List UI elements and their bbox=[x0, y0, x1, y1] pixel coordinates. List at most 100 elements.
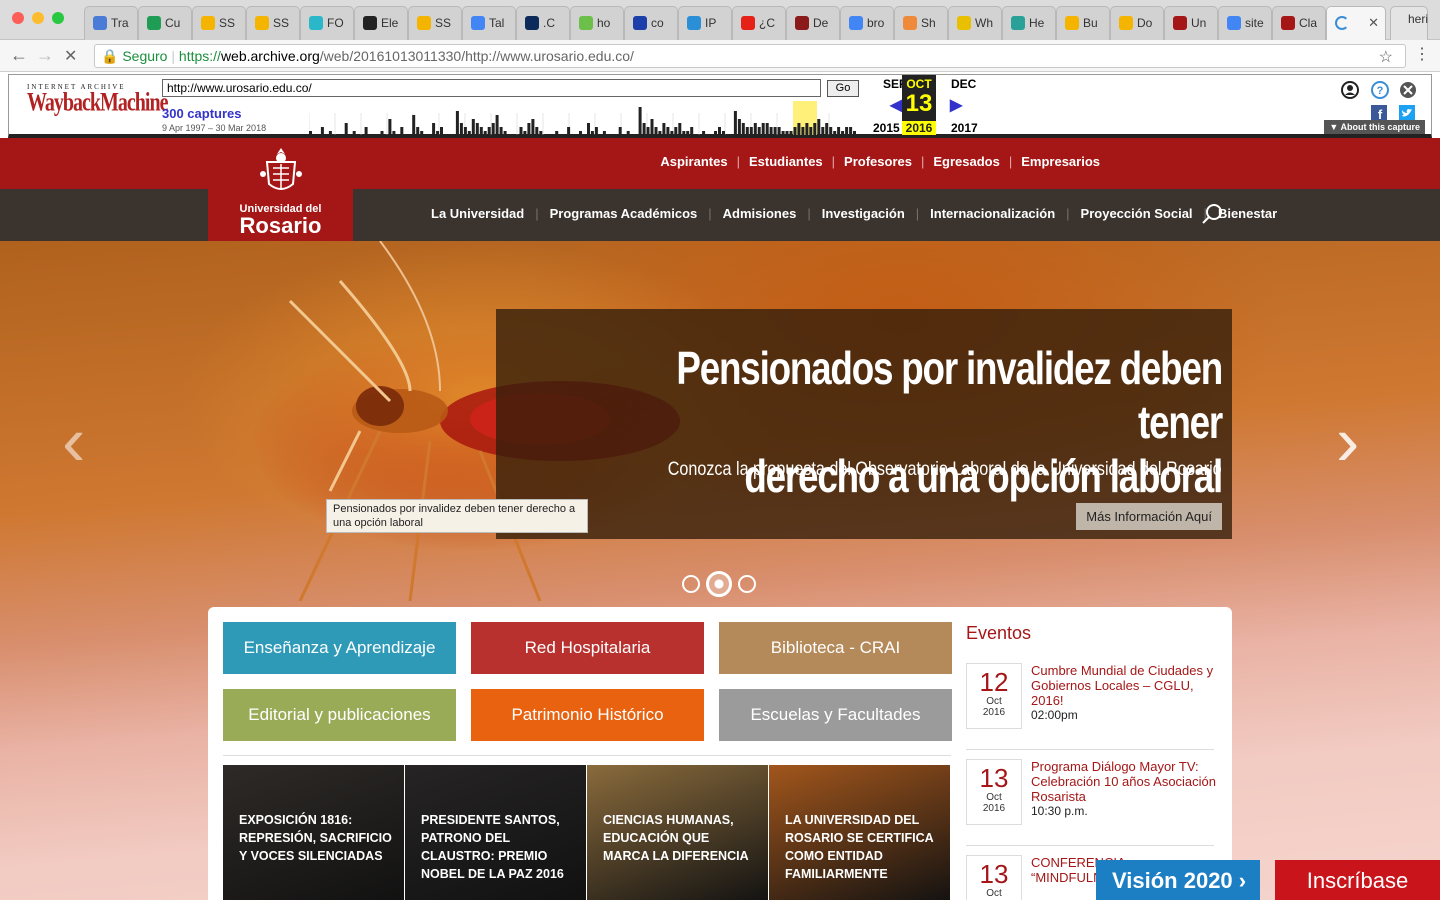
hero-caption: Pensionados por invalidez deben tener de… bbox=[496, 309, 1232, 539]
browser-tab[interactable]: site bbox=[1218, 6, 1272, 40]
main-nav-link[interactable]: Admisiones bbox=[723, 206, 797, 221]
main-nav-link[interactable]: Proyección Social bbox=[1081, 206, 1193, 221]
main-nav-link[interactable]: La Universidad bbox=[431, 206, 524, 221]
prev-year-label[interactable]: 2015 bbox=[873, 121, 900, 135]
audience-link[interactable]: Egresados bbox=[933, 154, 999, 169]
browser-tab[interactable]: SS bbox=[408, 6, 462, 40]
tab-label: FO bbox=[327, 16, 344, 30]
main-nav-link[interactable]: Internacionalización bbox=[930, 206, 1055, 221]
wayback-go-button[interactable]: Go bbox=[827, 80, 859, 97]
capture-bar bbox=[638, 107, 642, 135]
capture-bar bbox=[475, 123, 479, 135]
prev-capture-arrow-icon[interactable]: ◀ bbox=[890, 95, 902, 115]
stop-loading-button[interactable]: ✕ bbox=[64, 46, 77, 66]
wayback-capture-sparkline[interactable] bbox=[309, 99, 857, 135]
slide-dot-1[interactable] bbox=[682, 575, 700, 593]
news-tile[interactable]: La Universidad del Rosario se certifica … bbox=[769, 765, 950, 900]
quick-link-button[interactable]: Red Hospitalaria bbox=[471, 622, 704, 674]
audience-link[interactable]: Empresarios bbox=[1021, 154, 1100, 169]
browser-tab[interactable]: Un bbox=[1164, 6, 1218, 40]
forward-button[interactable]: → bbox=[36, 45, 54, 66]
quick-link-button[interactable]: Biblioteca - CRAI bbox=[719, 622, 952, 674]
news-tile[interactable]: Exposición 1816: Represión, sacrificio y… bbox=[223, 765, 404, 900]
maximize-window-button[interactable] bbox=[52, 12, 64, 24]
browser-tab[interactable]: .C bbox=[516, 6, 570, 40]
browser-tab[interactable]: ¿C bbox=[732, 6, 786, 40]
wayback-url-input[interactable]: http://www.urosario.edu.co/ bbox=[162, 79, 821, 97]
slide-dot-3[interactable] bbox=[738, 575, 756, 593]
svg-text:f: f bbox=[1378, 107, 1383, 121]
browser-tab[interactable]: co bbox=[624, 6, 678, 40]
tab-favicon-icon bbox=[741, 16, 755, 30]
active-tab[interactable]: ✕ bbox=[1326, 6, 1386, 40]
quick-link-button[interactable]: Enseñanza y Aprendizaje bbox=[223, 622, 456, 674]
wayback-captures-link[interactable]: 300 captures bbox=[162, 106, 242, 121]
audience-link[interactable]: Aspirantes bbox=[660, 154, 727, 169]
close-tab-icon[interactable]: ✕ bbox=[1368, 15, 1379, 31]
slide-dot-2[interactable] bbox=[706, 571, 732, 597]
audience-link[interactable]: Estudiantes bbox=[749, 154, 823, 169]
address-bar[interactable]: 🔒 Seguro | https://web.archive.org/web/2… bbox=[94, 44, 1406, 68]
capture-bar bbox=[781, 131, 785, 135]
capture-bar bbox=[797, 123, 801, 135]
wayback-logo[interactable]: INTERNET ARCHIVE WaybackMachine bbox=[27, 83, 168, 123]
user-account-icon[interactable] bbox=[1341, 81, 1359, 99]
register-button[interactable]: Inscríbase bbox=[1275, 860, 1440, 900]
prev-slide-arrow-icon[interactable]: ‹ bbox=[62, 401, 85, 481]
next-slide-arrow-icon[interactable]: › bbox=[1336, 401, 1359, 481]
search-icon[interactable] bbox=[1200, 202, 1224, 226]
next-capture-arrow-icon[interactable]: ▶ bbox=[950, 95, 962, 115]
browser-tab[interactable]: Tra bbox=[84, 6, 138, 40]
browser-tab[interactable]: Do bbox=[1110, 6, 1164, 40]
about-capture-button[interactable]: ▼ About this capture bbox=[1324, 120, 1425, 134]
quick-link-button[interactable]: Patrimonio Histórico bbox=[471, 689, 704, 741]
audience-link[interactable]: Profesores bbox=[844, 154, 912, 169]
main-nav-link[interactable]: Bienestar bbox=[1218, 206, 1277, 221]
news-tile[interactable]: Ciencias humanas, educación que marca la… bbox=[587, 765, 768, 900]
browser-tab[interactable]: ho bbox=[570, 6, 624, 40]
quick-link-button[interactable]: Escuelas y Facultades bbox=[719, 689, 952, 741]
event-title[interactable]: Cumbre Mundial de Ciudades y Gobiernos L… bbox=[1031, 663, 1221, 723]
bookmark-star-icon[interactable]: ☆ bbox=[1379, 47, 1393, 67]
browser-tab[interactable]: Ele bbox=[354, 6, 408, 40]
url-scheme: https:// bbox=[178, 48, 221, 64]
capture-bar bbox=[567, 127, 571, 135]
news-tile[interactable]: Presidente Santos, patrono del claustro:… bbox=[405, 765, 586, 900]
browser-tab[interactable]: Sh bbox=[894, 6, 948, 40]
browser-tab[interactable]: FO bbox=[300, 6, 354, 40]
browser-tab[interactable]: Cu bbox=[138, 6, 192, 40]
capture-bar bbox=[420, 131, 424, 135]
browser-menu-icon[interactable]: ⋮ bbox=[1414, 44, 1430, 64]
next-year-label[interactable]: 2017 bbox=[951, 121, 978, 135]
browser-tab[interactable]: Wh bbox=[948, 6, 1002, 40]
browser-tab[interactable]: Tal bbox=[462, 6, 516, 40]
capture-bar bbox=[686, 131, 690, 135]
help-icon[interactable]: ? bbox=[1371, 81, 1389, 99]
close-window-button[interactable] bbox=[12, 12, 24, 24]
main-nav-link[interactable]: Investigación bbox=[822, 206, 905, 221]
close-toolbar-icon[interactable] bbox=[1399, 81, 1417, 99]
quick-link-button[interactable]: Editorial y publicaciones bbox=[223, 689, 456, 741]
vision-2020-button[interactable]: Visión 2020 › bbox=[1096, 860, 1260, 900]
browser-tab[interactable]: bro bbox=[840, 6, 894, 40]
next-month-label[interactable]: DEC bbox=[951, 77, 976, 91]
browser-tab[interactable]: SS bbox=[246, 6, 300, 40]
capture-bar bbox=[654, 127, 658, 135]
main-nav-link[interactable]: Programas Académicos bbox=[550, 206, 698, 221]
browser-tab[interactable]: He bbox=[1002, 6, 1056, 40]
browser-tab[interactable]: Cla bbox=[1272, 6, 1326, 40]
capture-bar bbox=[309, 131, 312, 135]
browser-tab[interactable]: Bu bbox=[1056, 6, 1110, 40]
profile-name[interactable]: heri bbox=[1408, 12, 1428, 26]
event-title[interactable]: Programa Diálogo Mayor TV: Celebración 1… bbox=[1031, 759, 1221, 819]
browser-tab[interactable]: De bbox=[786, 6, 840, 40]
nav-separator: | bbox=[807, 206, 811, 221]
minimize-window-button[interactable] bbox=[32, 12, 44, 24]
facebook-icon[interactable]: f bbox=[1371, 105, 1387, 121]
browser-tab[interactable]: SS bbox=[192, 6, 246, 40]
twitter-icon[interactable] bbox=[1399, 105, 1415, 121]
university-logo[interactable]: Universidad del Rosario bbox=[208, 138, 353, 241]
more-info-button[interactable]: Más Información Aquí bbox=[1076, 503, 1222, 530]
browser-tab[interactable]: IP bbox=[678, 6, 732, 40]
back-button[interactable]: ← bbox=[10, 45, 28, 66]
